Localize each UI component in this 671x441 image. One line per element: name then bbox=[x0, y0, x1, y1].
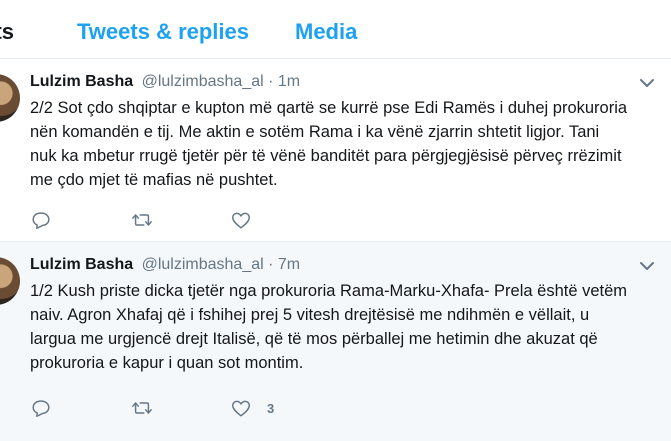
chevron-down-icon[interactable] bbox=[637, 73, 657, 93]
retweet-button[interactable] bbox=[131, 209, 153, 231]
dot-separator: · bbox=[268, 256, 274, 273]
reply-button[interactable] bbox=[30, 397, 52, 419]
tweet[interactable]: Lulzim Basha @lulzimbasha_al · 1m 2/2 So… bbox=[0, 59, 671, 242]
author-name[interactable]: Lulzim Basha bbox=[30, 256, 133, 273]
tweet-text: 2/2 Sot çdo shqiptar e kupton më qartë s… bbox=[30, 99, 628, 189]
retweet-icon bbox=[132, 402, 152, 414]
avatar[interactable] bbox=[0, 257, 20, 305]
chevron-down-icon[interactable] bbox=[637, 256, 657, 276]
retweet-button[interactable] bbox=[131, 397, 153, 419]
like-icon bbox=[232, 400, 250, 417]
dot-separator: · bbox=[268, 73, 274, 90]
like-count: 3 bbox=[267, 400, 275, 416]
reply-icon bbox=[32, 212, 50, 229]
like-button[interactable] bbox=[230, 209, 267, 231]
avatar[interactable] bbox=[0, 74, 20, 122]
like-button[interactable]: 3 bbox=[230, 397, 274, 419]
author-handle[interactable]: @lulzimbasha_al bbox=[142, 73, 264, 90]
tab-media[interactable]: Media bbox=[295, 19, 357, 45]
tweet-header: Lulzim Basha @lulzimbasha_al · 7m bbox=[30, 255, 300, 277]
tab-tweets[interactable]: eets bbox=[0, 19, 14, 45]
author-name[interactable]: Lulzim Basha bbox=[30, 73, 133, 90]
retweet-icon bbox=[132, 214, 152, 226]
tweet-header: Lulzim Basha @lulzimbasha_al · 1m bbox=[30, 72, 300, 94]
tweet-text: 1/2 Kush priste dicka tjetër nga prokuro… bbox=[30, 282, 628, 372]
tab-tweets-and-replies[interactable]: Tweets & replies bbox=[77, 19, 249, 45]
reply-button[interactable] bbox=[30, 209, 52, 231]
author-handle[interactable]: @lulzimbasha_al bbox=[142, 256, 264, 273]
like-icon bbox=[232, 212, 250, 229]
tweet-timestamp[interactable]: 1m bbox=[278, 73, 300, 90]
profile-tabs: eets Tweets & replies Media bbox=[0, 0, 671, 59]
tweet[interactable]: Lulzim Basha @lulzimbasha_al · 7m 1/2 Ku… bbox=[0, 242, 671, 441]
tweet-timestamp[interactable]: 7m bbox=[278, 256, 300, 273]
reply-icon bbox=[32, 400, 50, 417]
